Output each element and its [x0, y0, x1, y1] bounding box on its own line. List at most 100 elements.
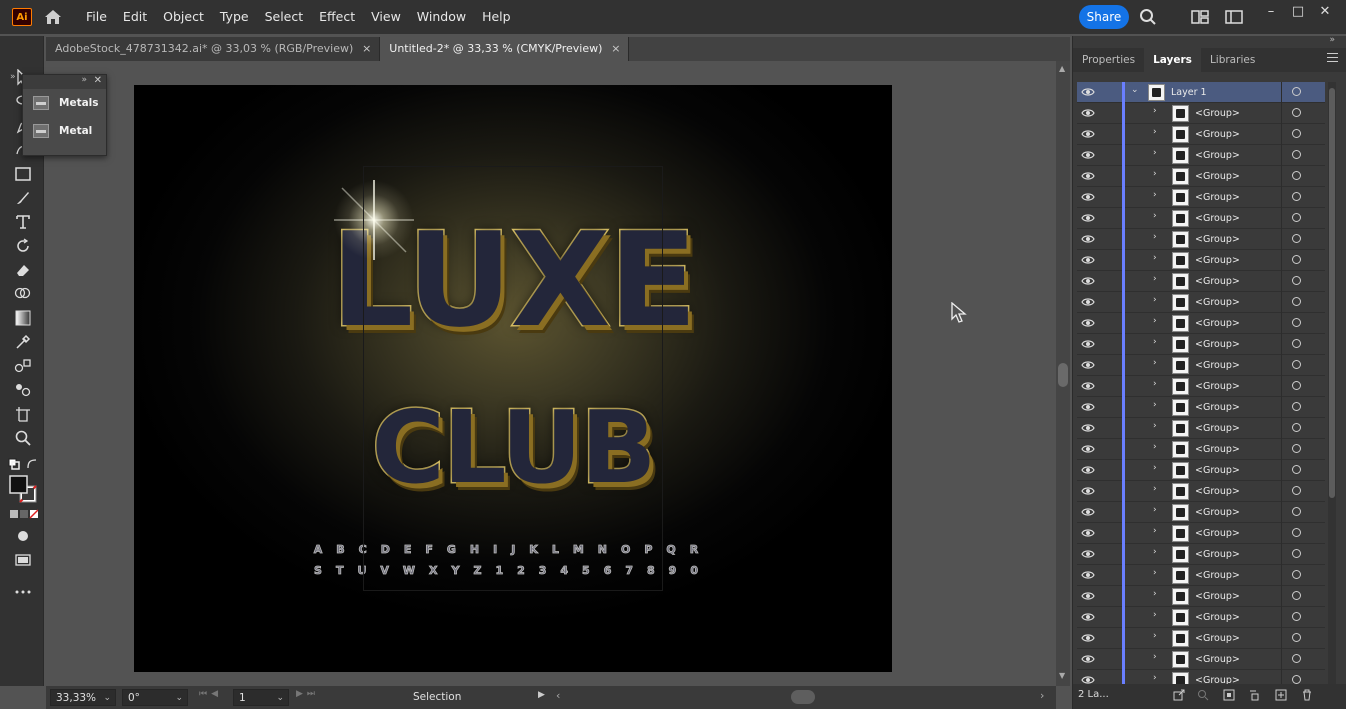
sublayer-row[interactable]: › <Group> — [1077, 544, 1325, 565]
fill-stroke-swatch[interactable] — [8, 475, 40, 503]
sublayer-row[interactable]: › <Group> — [1077, 586, 1325, 607]
target-circle-icon[interactable] — [1292, 276, 1301, 285]
target-circle-icon[interactable] — [1292, 507, 1301, 516]
collapse-popup-icon[interactable]: » — [81, 75, 86, 85]
menu-type[interactable]: Type — [212, 0, 257, 34]
chevron-right-icon[interactable]: › — [1153, 652, 1157, 662]
more-tools-icon[interactable] — [12, 581, 34, 603]
home-icon[interactable] — [44, 8, 62, 26]
sublayer-row[interactable]: › <Group> — [1077, 292, 1325, 313]
horizontal-scroll-thumb[interactable] — [791, 690, 815, 704]
chevron-right-icon[interactable]: › — [1153, 505, 1157, 515]
target-circle-icon[interactable] — [1292, 213, 1301, 222]
chevron-right-icon[interactable]: › — [1153, 442, 1157, 452]
sublayer-row[interactable]: › <Group> — [1077, 313, 1325, 334]
visibility-eye-icon[interactable] — [1081, 442, 1095, 456]
visibility-eye-icon[interactable] — [1081, 295, 1095, 309]
visibility-eye-icon[interactable] — [1081, 85, 1095, 99]
sublayer-row[interactable]: › <Group> — [1077, 166, 1325, 187]
scroll-down-icon[interactable]: ▼ — [1059, 671, 1065, 680]
chevron-right-icon[interactable]: › — [1153, 127, 1157, 137]
maximize-button[interactable]: □ — [1286, 2, 1310, 20]
artboard-tool-icon[interactable] — [12, 403, 34, 425]
scroll-left-icon[interactable]: ‹ — [556, 689, 560, 702]
artboard-number-field[interactable]: 1 ⌄ — [233, 689, 289, 706]
chevron-down-icon[interactable]: ⌄ — [276, 690, 284, 706]
target-circle-icon[interactable] — [1292, 108, 1301, 117]
target-circle-icon[interactable] — [1292, 612, 1301, 621]
visibility-eye-icon[interactable] — [1081, 589, 1095, 603]
visibility-eye-icon[interactable] — [1081, 652, 1095, 666]
sublayer-row[interactable]: › <Group> — [1077, 187, 1325, 208]
arrange-documents-icon[interactable] — [1190, 7, 1210, 27]
visibility-eye-icon[interactable] — [1081, 190, 1095, 204]
visibility-eye-icon[interactable] — [1081, 337, 1095, 351]
layer-row[interactable]: ⌄ Layer 1 — [1077, 82, 1325, 103]
menu-edit[interactable]: Edit — [115, 0, 155, 34]
chevron-right-icon[interactable]: › — [1153, 211, 1157, 221]
chevron-down-icon[interactable]: ⌄ — [103, 690, 111, 706]
share-button[interactable]: Share — [1079, 5, 1129, 29]
visibility-eye-icon[interactable] — [1081, 169, 1095, 183]
symbol-sprayer-tool-icon[interactable] — [12, 379, 34, 401]
swatch-library-metals[interactable]: Metals — [23, 89, 106, 117]
chevron-right-icon[interactable]: › — [1153, 295, 1157, 305]
chevron-right-icon[interactable]: › — [1153, 568, 1157, 578]
chevron-right-icon[interactable]: › — [1153, 610, 1157, 620]
target-circle-icon[interactable] — [1292, 360, 1301, 369]
chevron-right-icon[interactable]: › — [1153, 400, 1157, 410]
visibility-eye-icon[interactable] — [1081, 400, 1095, 414]
delete-layer-icon[interactable] — [1301, 689, 1313, 701]
tab-untitled-2[interactable]: Untitled-2* @ 33,33 % (CMYK/Preview) × — [380, 37, 630, 61]
sublayer-row[interactable]: › <Group> — [1077, 460, 1325, 481]
sublayer-row[interactable]: › <Group> — [1077, 229, 1325, 250]
sublayer-row[interactable]: › <Group> — [1077, 628, 1325, 649]
visibility-eye-icon[interactable] — [1081, 253, 1095, 267]
eyedropper-tool-icon[interactable] — [12, 331, 34, 353]
target-circle-icon[interactable] — [1292, 381, 1301, 390]
sublayer-row[interactable]: › <Group> — [1077, 355, 1325, 376]
sublayer-row[interactable]: › <Group> — [1077, 124, 1325, 145]
panel-menu-icon[interactable] — [1327, 53, 1338, 62]
sublayer-row[interactable]: › <Group> — [1077, 565, 1325, 586]
target-circle-icon[interactable] — [1292, 549, 1301, 558]
visibility-eye-icon[interactable] — [1081, 211, 1095, 225]
paintbrush-tool-icon[interactable] — [12, 187, 34, 209]
sublayer-row[interactable]: › <Group> — [1077, 208, 1325, 229]
menu-file[interactable]: File — [78, 0, 115, 34]
visibility-eye-icon[interactable] — [1081, 379, 1095, 393]
workspace-switcher-icon[interactable] — [1224, 7, 1244, 27]
chevron-right-icon[interactable]: › — [1153, 631, 1157, 641]
target-circle-icon[interactable] — [1292, 255, 1301, 264]
close-window-button[interactable]: ✕ — [1313, 2, 1337, 20]
target-circle-icon[interactable] — [1292, 654, 1301, 663]
sublayer-row[interactable]: › <Group> — [1077, 376, 1325, 397]
visibility-eye-icon[interactable] — [1081, 358, 1095, 372]
rotate-tool-icon[interactable] — [12, 235, 34, 257]
target-circle-icon[interactable] — [1292, 591, 1301, 600]
chevron-right-icon[interactable]: › — [1153, 463, 1157, 473]
sublayer-row[interactable]: › <Group> — [1077, 271, 1325, 292]
chevron-right-icon[interactable]: › — [1153, 169, 1157, 179]
canvas-vertical-scrollbar[interactable]: ▲ ▼ — [1056, 61, 1070, 686]
rotation-field[interactable]: 0° ⌄ — [122, 689, 188, 706]
target-circle-icon[interactable] — [1292, 444, 1301, 453]
visibility-eye-icon[interactable] — [1081, 484, 1095, 498]
target-circle-icon[interactable] — [1292, 234, 1301, 243]
create-new-layer-icon[interactable] — [1275, 689, 1287, 701]
sublayer-row[interactable]: › <Group> — [1077, 250, 1325, 271]
chevron-right-icon[interactable]: › — [1153, 232, 1157, 242]
rectangle-tool-icon[interactable] — [12, 163, 34, 185]
sublayer-row[interactable]: › <Group> — [1077, 418, 1325, 439]
visibility-eye-icon[interactable] — [1081, 274, 1095, 288]
selected-artboard-frame[interactable] — [363, 166, 663, 591]
zoom-tool-icon[interactable] — [12, 427, 34, 449]
sublayer-row[interactable]: › <Group> — [1077, 103, 1325, 124]
artboard-nav-prev-icons[interactable]: ⏮◀ — [199, 689, 222, 699]
chevron-right-icon[interactable]: › — [1153, 337, 1157, 347]
chevron-right-icon[interactable]: › — [1153, 358, 1157, 368]
menu-effect[interactable]: Effect — [311, 0, 363, 34]
target-circle-icon[interactable] — [1292, 297, 1301, 306]
chevron-right-icon[interactable]: › — [1153, 526, 1157, 536]
target-circle-icon[interactable] — [1292, 675, 1301, 684]
